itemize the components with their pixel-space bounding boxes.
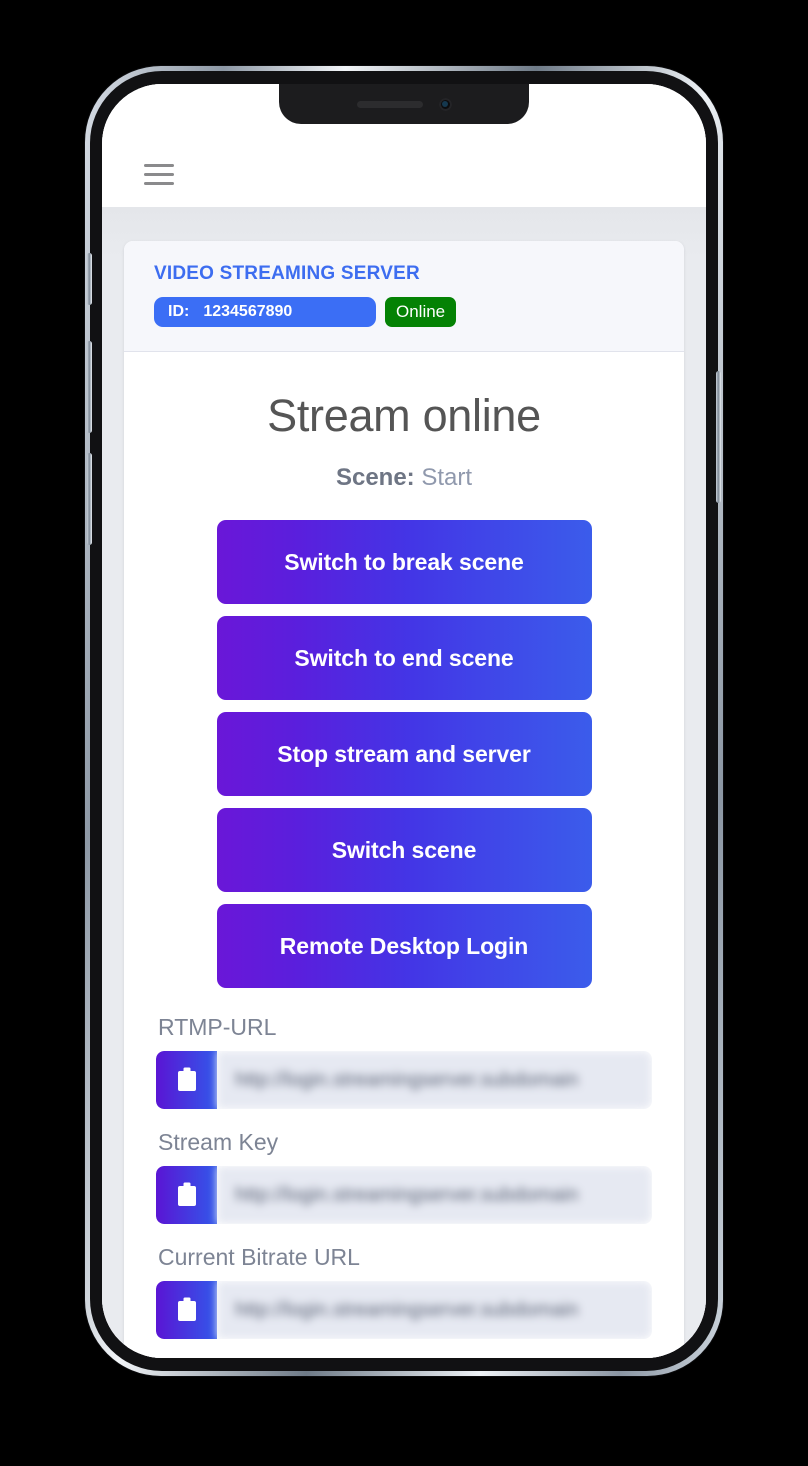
rtmp-url-input[interactable]: [217, 1051, 652, 1109]
current-scene-line: Scene: Start: [156, 464, 652, 492]
scene-value: Start: [421, 464, 473, 491]
stream-key-row: [156, 1166, 652, 1224]
switch-to-break-scene-button[interactable]: Switch to break scene: [216, 520, 592, 604]
mute-switch-button[interactable]: [87, 253, 92, 305]
stream-state-heading: Stream online: [267, 390, 541, 441]
phone-body: VIDEO STREAMING SERVER ID: 1234567890 On…: [87, 71, 721, 1371]
server-card: VIDEO STREAMING SERVER ID: 1234567890 On…: [124, 241, 684, 1358]
front-camera-icon: [438, 97, 452, 111]
remote-desktop-login-button[interactable]: Remote Desktop Login: [216, 904, 592, 988]
stream-key-input[interactable]: [217, 1166, 652, 1224]
copy-stream-key-button[interactable]: [156, 1166, 217, 1224]
phone-screen: VIDEO STREAMING SERVER ID: 1234567890 On…: [102, 84, 706, 1358]
hamburger-menu-icon[interactable]: [144, 164, 174, 185]
clipboard-icon: [177, 1182, 196, 1206]
clipboard-icon: [177, 1297, 196, 1321]
action-button-group: Switch to break scene Switch to end scen…: [156, 520, 652, 988]
hamburger-line: [144, 173, 174, 176]
server-card-body: Stream online Scene: Start Switch to bre…: [124, 352, 684, 1339]
hamburger-line: [144, 164, 174, 167]
web-app-viewport: VIDEO STREAMING SERVER ID: 1234567890 On…: [102, 84, 706, 1358]
volume-down-button[interactable]: [87, 453, 92, 545]
server-title: VIDEO STREAMING SERVER: [154, 263, 420, 284]
stream-key-label: Stream Key: [158, 1129, 279, 1155]
hamburger-line: [144, 182, 174, 185]
power-button[interactable]: [716, 371, 721, 503]
url-field-group: RTMP-URL http://login.streamingserver.su…: [156, 1014, 652, 1339]
server-id-pill: ID: 1234567890: [154, 297, 376, 327]
status-badge: Online: [385, 297, 457, 327]
server-status-row: ID: 1234567890 Online: [154, 297, 654, 327]
switch-to-end-scene-button[interactable]: Switch to end scene: [216, 616, 592, 700]
server-card-header: VIDEO STREAMING SERVER ID: 1234567890 On…: [124, 241, 684, 352]
server-id-label: ID:: [168, 303, 190, 320]
phone-frame: VIDEO STREAMING SERVER ID: 1234567890 On…: [85, 66, 723, 1376]
switch-scene-button[interactable]: Switch scene: [216, 808, 592, 892]
rtmp-url-row: [156, 1051, 652, 1109]
earpiece-speaker-icon: [356, 100, 423, 108]
copy-rtmp-url-button[interactable]: [156, 1051, 217, 1109]
current-bitrate-url-label: Current Bitrate URL: [158, 1244, 360, 1270]
copy-current-bitrate-url-button[interactable]: [156, 1281, 217, 1339]
scene-label: Scene:: [335, 464, 415, 491]
current-bitrate-url-input[interactable]: [217, 1281, 652, 1339]
rtmp-url-label: RTMP-URL: [158, 1014, 277, 1040]
current-bitrate-url-row: [156, 1281, 652, 1339]
app-scroll-area[interactable]: VIDEO STREAMING SERVER ID: 1234567890 On…: [102, 207, 706, 1358]
server-id-value: 1234567890: [203, 303, 293, 320]
clipboard-icon: [177, 1067, 196, 1091]
stop-stream-and-server-button[interactable]: Stop stream and server: [216, 712, 592, 796]
volume-up-button[interactable]: [87, 341, 92, 433]
phone-notch: [279, 84, 529, 124]
